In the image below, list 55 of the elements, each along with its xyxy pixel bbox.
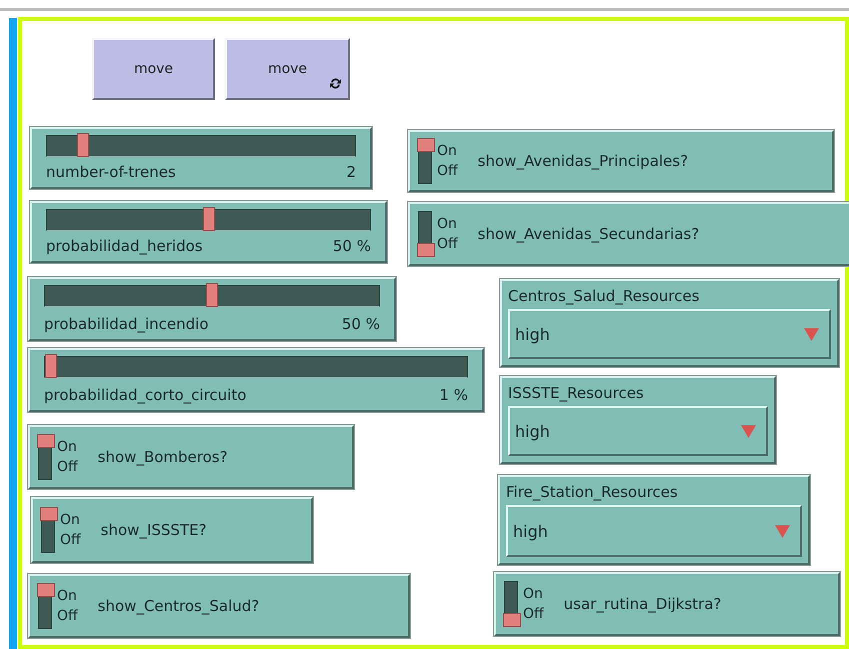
- off-label: Off: [437, 235, 458, 254]
- move-button[interactable]: move: [92, 38, 215, 100]
- toggle-switch[interactable]: [418, 211, 432, 257]
- move-button[interactable]: move: [225, 38, 350, 100]
- slider-label: probabilidad_incendio: [44, 315, 209, 333]
- switch-label: show_Avenidas_Principales?: [478, 152, 688, 170]
- slider-thumb[interactable]: [76, 133, 89, 157]
- switch-label: show_Avenidas_Secundarias?: [478, 225, 700, 243]
- slider-track[interactable]: [44, 285, 380, 307]
- off-label: Off: [60, 531, 81, 550]
- slider-thumb[interactable]: [202, 207, 214, 231]
- dropdown-arrow-icon: [804, 328, 819, 340]
- slider-label: number-of-trenes: [46, 163, 176, 181]
- slider-value: 1 %: [439, 386, 468, 404]
- dropdown-arrow-icon: [775, 524, 790, 538]
- loop-arrows-icon: [329, 77, 342, 90]
- chooser-label: Centros_Salud_Resources: [508, 287, 700, 305]
- switch-label: show_Centros_Salud?: [98, 597, 260, 615]
- dropdown-value: high: [515, 422, 550, 440]
- slider-label: probabilidad_heridos: [46, 237, 203, 255]
- on-label: On: [60, 511, 81, 530]
- dropdown-arrow-icon: [741, 424, 756, 438]
- dropdown-value: high: [515, 324, 550, 344]
- dropdown-value: high: [513, 522, 548, 540]
- on-label: On: [523, 585, 544, 604]
- off-label: Off: [57, 607, 78, 626]
- slider-thumb[interactable]: [206, 283, 218, 307]
- switch-label: usar_rutina_Dijkstra?: [564, 595, 722, 613]
- off-label: Off: [523, 605, 544, 624]
- off-label: Off: [437, 162, 458, 181]
- chooser-label: Fire_Station_Resources: [506, 483, 679, 501]
- slider-value: 2: [346, 163, 356, 181]
- toggle-switch[interactable]: [38, 434, 52, 480]
- on-label: On: [57, 438, 78, 457]
- on-label: On: [437, 142, 458, 161]
- on-label: On: [437, 215, 458, 234]
- dropdown[interactable]: high: [508, 406, 768, 456]
- off-label: Off: [57, 458, 78, 477]
- switch-label: show_Bomberos?: [98, 448, 228, 466]
- slider-value: 50 %: [342, 315, 380, 333]
- toggle-switch[interactable]: [504, 581, 518, 627]
- dropdown[interactable]: high: [506, 505, 802, 557]
- slider-value: 50 %: [332, 237, 371, 255]
- toggle-switch[interactable]: [41, 507, 55, 553]
- slider-thumb[interactable]: [45, 354, 57, 378]
- on-label: On: [57, 587, 78, 606]
- chooser-label: ISSSTE_Resources: [508, 384, 645, 402]
- slider-label: probabilidad_corto_circuito: [44, 386, 246, 404]
- slider-track[interactable]: [46, 209, 371, 231]
- toggle-switch[interactable]: [418, 138, 432, 184]
- toggle-switch[interactable]: [38, 583, 52, 629]
- slider-track[interactable]: [44, 356, 468, 378]
- slider-track[interactable]: [46, 135, 356, 157]
- dropdown[interactable]: high: [508, 309, 831, 359]
- switch-label: show_ISSSTE?: [100, 521, 207, 539]
